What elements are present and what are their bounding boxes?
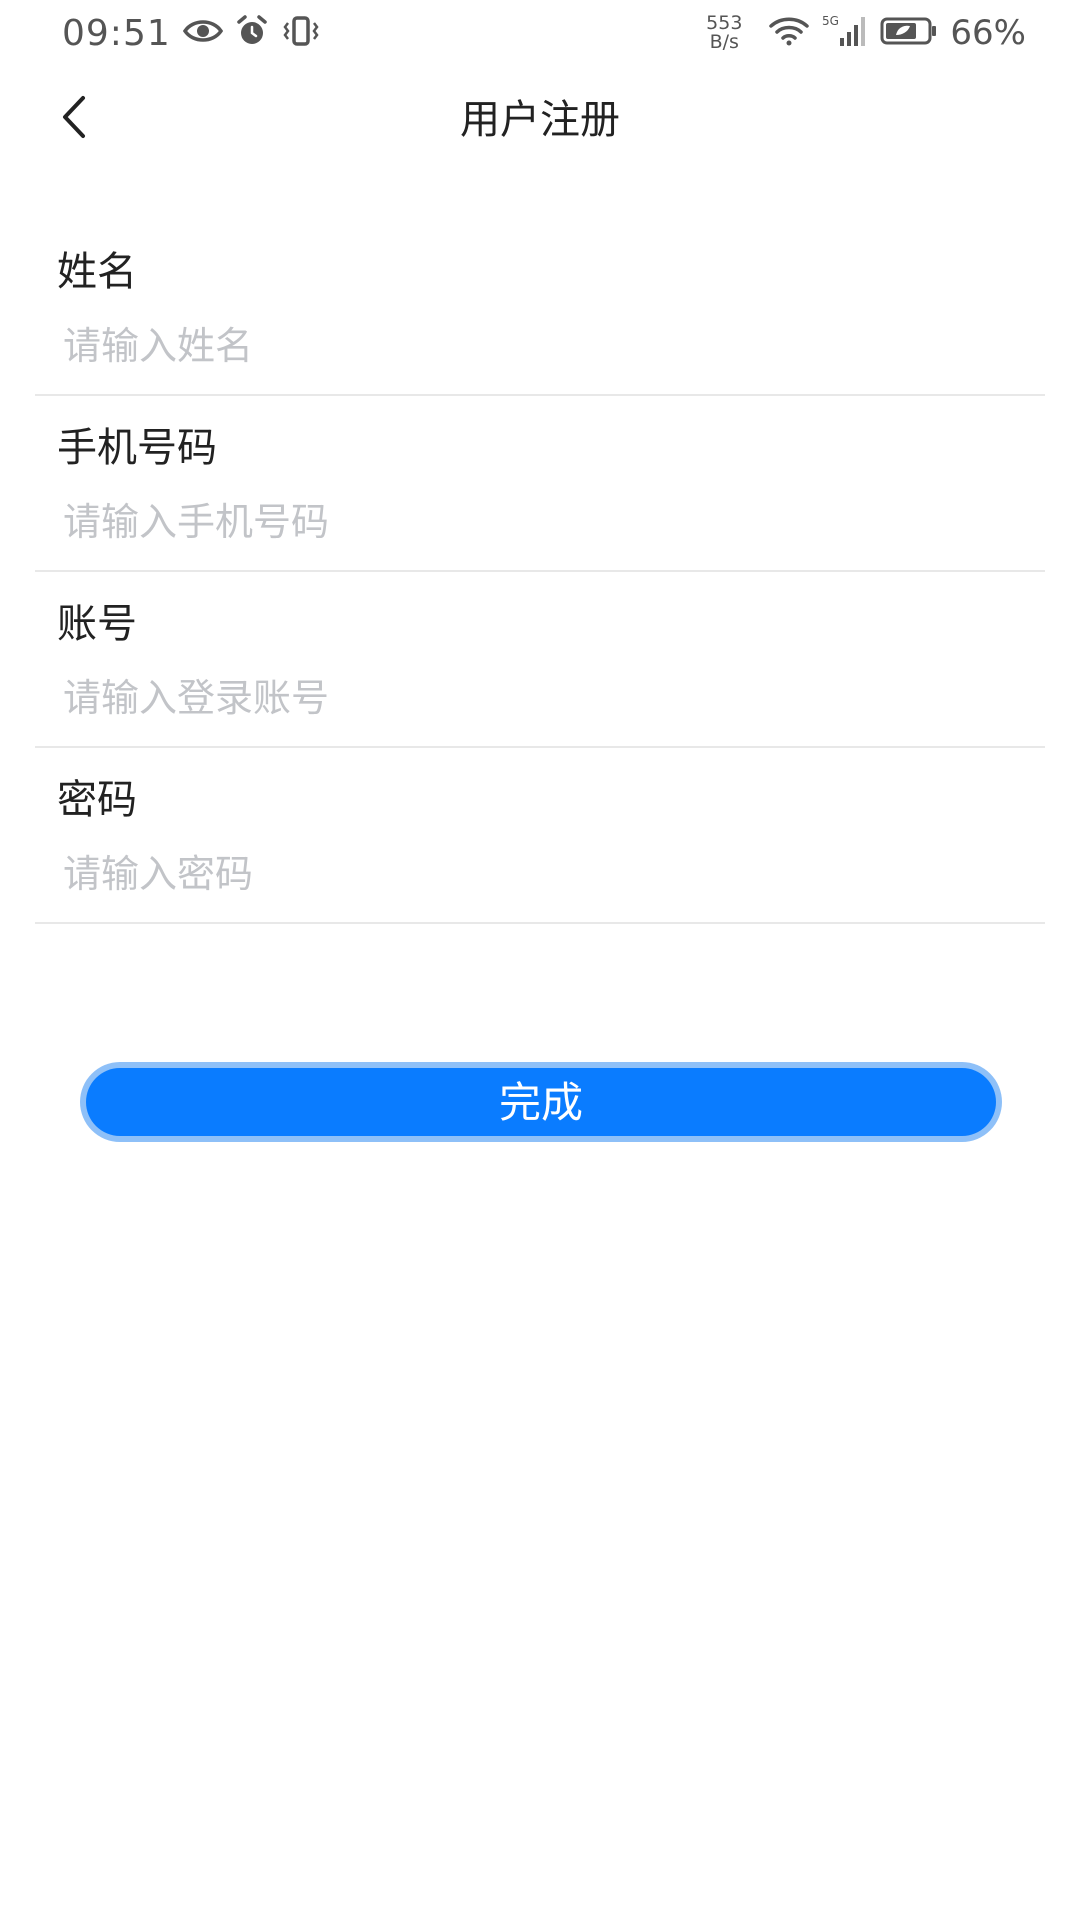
account-input[interactable] [57, 670, 1023, 726]
register-screen: 09:51 553 B/s 5G 66% 用户注册 姓名 请输入姓名 手机号码 … [0, 0, 1080, 1920]
eye-icon [182, 17, 223, 49]
form-row-account: 账号 [35, 572, 1045, 748]
network-type-label: 5G [822, 14, 839, 28]
status-bar-right: 553 B/s 5G 66% [706, 12, 1026, 54]
status-time: 09:51 [62, 12, 171, 54]
phone-label: 手机号码 [57, 425, 217, 471]
phone-input[interactable] [57, 494, 1023, 550]
status-bar-left: 09:51 [62, 12, 321, 54]
signal-icon: 5G [822, 14, 868, 52]
alarm-icon [235, 14, 269, 52]
page-title: 用户注册 [460, 97, 620, 143]
password-input[interactable] [57, 846, 1023, 902]
wifi-icon [768, 15, 810, 51]
form-row-name: 姓名 [35, 220, 1045, 396]
name-input[interactable] [57, 318, 1023, 374]
vibrate-icon [281, 15, 321, 51]
name-label: 姓名 [57, 249, 137, 295]
battery-percentage: 66% [950, 13, 1026, 53]
battery-icon [880, 16, 938, 50]
nav-bar: 用户注册 [0, 66, 1080, 174]
password-label: 密码 [57, 777, 137, 823]
account-label: 账号 [57, 601, 137, 647]
chevron-left-icon [55, 92, 95, 146]
network-speed: 553 B/s [706, 14, 742, 52]
submit-button[interactable]: 完成 [86, 1068, 996, 1136]
form-row-password: 密码 [35, 748, 1045, 924]
back-button[interactable] [40, 84, 110, 154]
submit-button-outline: 完成 [80, 1062, 1002, 1142]
form-row-phone: 手机号码 [35, 396, 1045, 572]
status-bar: 09:51 553 B/s 5G 66% [0, 0, 1080, 66]
network-speed-unit: B/s [709, 31, 739, 53]
registration-form: 姓名 手机号码 账号 密码 [35, 220, 1045, 924]
